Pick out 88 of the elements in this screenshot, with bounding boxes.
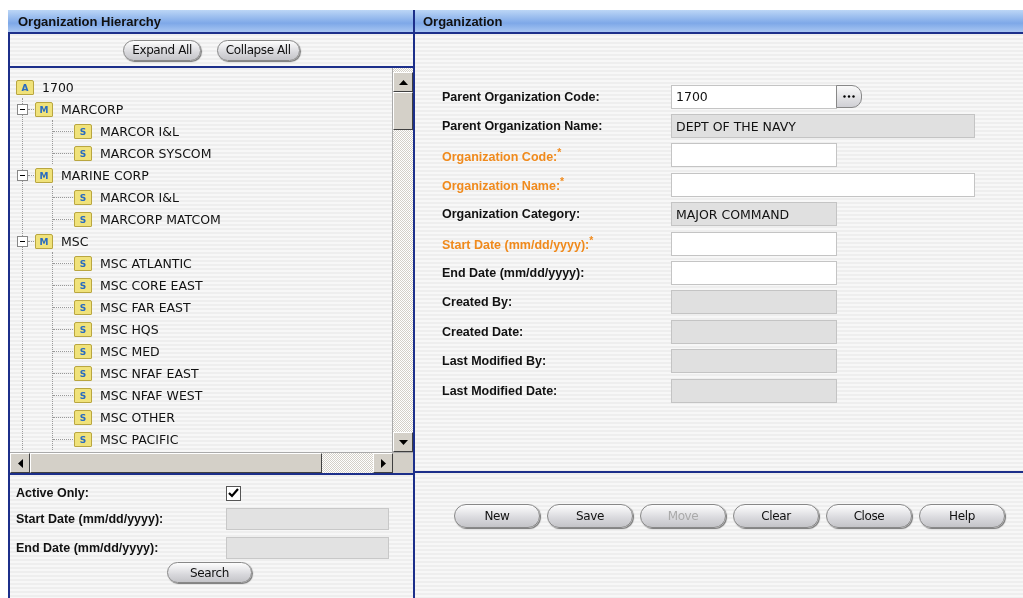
tree-item[interactable]: MARCORP: [61, 101, 124, 117]
field-label: Parent Organization Name:: [442, 119, 604, 134]
field-label: Last Modified By:: [442, 354, 548, 369]
text-field[interactable]: [671, 172, 975, 197]
collapse-icon[interactable]: [17, 169, 28, 181]
folder-icon: S: [74, 145, 92, 161]
collapse-icon[interactable]: [17, 235, 28, 247]
folder-icon: S: [74, 387, 92, 403]
horizontal-scrollbar[interactable]: [10, 452, 413, 473]
tree-item[interactable]: MSC: [61, 233, 89, 249]
field-label: Organization Category:: [442, 207, 582, 222]
scroll-thumb[interactable]: [393, 92, 413, 130]
folder-icon: S: [74, 277, 92, 293]
text-field[interactable]: [671, 290, 837, 315]
folder-icon: S: [74, 431, 92, 447]
scroll-up-button[interactable]: [393, 72, 413, 92]
field-label: Created Date:: [442, 324, 525, 339]
tree-item[interactable]: MARCOR I&L: [100, 123, 180, 139]
panel-header: Organization: [415, 10, 1023, 34]
text-field[interactable]: [671, 319, 837, 344]
field-label: Created By:: [442, 295, 514, 310]
folder-icon: S: [74, 343, 92, 359]
tree-item[interactable]: MSC ATLANTIC: [100, 255, 192, 271]
folder-icon: S: [74, 189, 92, 205]
text-field[interactable]: [671, 231, 837, 256]
down-arrow-icon: [398, 439, 408, 445]
tree-item[interactable]: 1700: [42, 79, 74, 95]
field-label: Start Date (mm/dd/yyyy):: [16, 511, 165, 526]
tree-item[interactable]: MSC NFAF EAST: [100, 365, 199, 381]
action-button[interactable]: Close: [826, 504, 912, 528]
folder-icon: M: [35, 233, 53, 249]
tree-item[interactable]: MARINE CORP: [61, 167, 149, 183]
text-field[interactable]: [671, 349, 837, 374]
folder-icon: S: [74, 409, 92, 425]
field-label: Organization Code:$^{*}$: [442, 146, 563, 165]
tree-item[interactable]: MSC CORE EAST: [100, 277, 203, 293]
tree-item[interactable]: MSC MED: [100, 343, 160, 359]
collapse-icon[interactable]: [17, 103, 28, 115]
tree-item[interactable]: MSC FAR EAST: [100, 299, 191, 315]
lookup-button[interactable]: [836, 85, 862, 109]
field-label: End Date (mm/dd/yyyy):: [442, 266, 586, 281]
scroll-thumb[interactable]: [30, 453, 322, 473]
tree-item[interactable]: MSC NFAF WEST: [100, 387, 203, 403]
folder-icon: A: [16, 79, 34, 95]
scroll-right-button[interactable]: [373, 453, 393, 473]
action-button[interactable]: Clear: [733, 504, 819, 528]
text-field[interactable]: 1700: [671, 84, 837, 109]
left-arrow-icon: [17, 458, 23, 468]
toolbar-button[interactable]: Collapse All: [216, 39, 300, 61]
text-field[interactable]: [671, 378, 837, 403]
folder-icon: S: [74, 321, 92, 337]
text-field[interactable]: MAJOR COMMAND: [671, 202, 837, 227]
folder-icon: S: [74, 255, 92, 271]
field-label: Parent Organization Code:: [442, 89, 601, 104]
vertical-scrollbar[interactable]: [392, 68, 413, 452]
text-field[interactable]: [671, 261, 837, 286]
scrollbar-corner: [393, 453, 413, 473]
text-field[interactable]: [671, 143, 837, 168]
toolbar-button[interactable]: Expand All: [123, 39, 201, 61]
field-label: End Date (mm/dd/yyyy):: [16, 540, 160, 555]
action-button[interactable]: Help: [919, 504, 1005, 528]
search-button[interactable]: Search: [167, 562, 252, 583]
field-label: Active Only:: [16, 486, 90, 500]
tree-item[interactable]: MSC PACIFIC: [100, 431, 179, 447]
right-arrow-icon: [380, 458, 386, 468]
panel-header: Organization Hierarchy: [8, 10, 413, 34]
field-label: Organization Name:$^{*}$: [442, 176, 566, 194]
folder-icon: S: [74, 365, 92, 381]
tree-item[interactable]: MSC HQS: [100, 321, 159, 337]
field-label: Last Modified Date:: [442, 383, 559, 398]
action-button[interactable]: Save: [547, 504, 633, 528]
tree-item[interactable]: MARCOR I&L: [100, 189, 180, 205]
checkbox[interactable]: [226, 485, 241, 501]
text-field[interactable]: DEPT OF THE NAVY: [671, 114, 975, 139]
ellipsis-icon: [843, 95, 855, 99]
scroll-down-button[interactable]: [393, 432, 413, 452]
folder-icon: S: [74, 123, 92, 139]
tree-item[interactable]: MARCORP MATCOM: [100, 211, 221, 227]
folder-icon: S: [74, 211, 92, 227]
field-label: Start Date (mm/dd/yyyy):$^{*}$: [442, 235, 595, 253]
up-arrow-icon: [398, 79, 408, 85]
tree-item[interactable]: MARCOR SYSCOM: [100, 145, 212, 161]
folder-icon: M: [35, 101, 53, 117]
folder-icon: M: [35, 167, 53, 183]
folder-icon: S: [74, 299, 92, 315]
action-button[interactable]: New: [454, 504, 540, 528]
scroll-left-button[interactable]: [10, 453, 30, 473]
tree-item[interactable]: MSC OTHER: [100, 409, 175, 425]
